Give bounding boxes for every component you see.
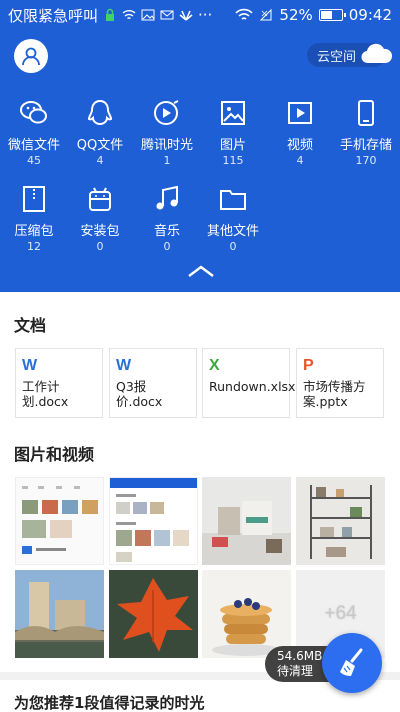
photo-thumbnail (15, 570, 104, 658)
image-icon (141, 9, 155, 21)
screenshot-thumbnail (22, 486, 98, 554)
category-apk[interactable]: 安装包 0 (66, 182, 134, 253)
category-count: 45 (27, 154, 41, 167)
avatar[interactable] (14, 39, 48, 73)
cleanup-size: 54.6MB (277, 649, 323, 663)
media-thumbnail[interactable] (202, 570, 291, 658)
chevron-up-icon[interactable] (187, 264, 215, 278)
photo-thumbnail (202, 570, 291, 658)
screenshot-thumbnail (110, 478, 197, 562)
category-zip[interactable]: 压缩包 12 (0, 182, 68, 253)
category-label: 微信文件 (7, 138, 60, 153)
category-label: 图片 (219, 138, 246, 153)
wifi-icon (122, 10, 136, 20)
cleanup-label: 待清理 (277, 664, 314, 678)
music-icon (156, 185, 178, 210)
category-videos[interactable]: 视频 4 (266, 96, 334, 167)
category-label: 其他文件 (206, 224, 259, 239)
powerpoint-icon: P (303, 357, 314, 374)
category-count: 1 (163, 154, 171, 167)
image-icon (221, 101, 245, 125)
document-card[interactable]: W 工作计划.docx (15, 348, 103, 418)
documents-title: 文档 (14, 316, 47, 335)
document-name: 市场传播方案.pptx (303, 379, 366, 409)
category-phone-storage[interactable]: 手机存储 170 (332, 96, 400, 167)
category-label: 腾讯时光 (140, 138, 193, 153)
more-count: +64 (324, 603, 357, 624)
document-name: Q3报价.docx (116, 379, 163, 409)
document-name: Rundown.xlsx (209, 379, 296, 394)
status-bar: 仅限紧急呼叫 ··· 52% 09:42 (0, 0, 400, 30)
wechat-icon (20, 101, 47, 124)
document-card[interactable]: W Q3报价.docx (109, 348, 197, 418)
photo-thumbnail (296, 477, 385, 565)
document-card[interactable]: P 市场传播方案.pptx (296, 348, 384, 418)
recommend-title[interactable]: 为您推荐1段值得记录的时光 (14, 692, 204, 712)
category-label: 安装包 (80, 224, 120, 239)
lock-icon (106, 8, 115, 21)
signal-icon (260, 8, 272, 21)
category-label: 音乐 (153, 224, 180, 239)
category-count: 0 (229, 240, 237, 253)
word-icon: W (116, 357, 132, 374)
category-count: 170 (355, 154, 377, 167)
media-thumbnail[interactable] (15, 477, 104, 565)
excel-icon: X (209, 357, 220, 374)
category-other-files[interactable]: 其他文件 0 (199, 182, 267, 253)
file-category-header: 云空间 微信文件 45 QQ文件 4 腾讯时光 1 图片 115 视频 4 手机… (0, 30, 400, 292)
wifi-icon (235, 8, 254, 20)
documents-list: W 工作计划.docx W Q3报价.docx X Rundown.xlsx P… (15, 348, 387, 418)
media-thumbnail[interactable] (15, 570, 104, 658)
photo-thumbnail (109, 570, 198, 658)
play-circle-icon (154, 100, 179, 125)
media-thumbnail[interactable] (296, 477, 385, 565)
category-count: 0 (96, 240, 104, 253)
folder-icon (220, 190, 246, 210)
category-label: 压缩包 (14, 224, 54, 239)
video-icon (288, 102, 312, 124)
category-count: 4 (296, 154, 304, 167)
media-title: 图片和视频 (14, 445, 95, 464)
cloud-icon (361, 43, 393, 64)
clock: 09:42 (348, 6, 392, 24)
category-music[interactable]: 音乐 0 (133, 182, 201, 253)
category-label: QQ文件 (76, 138, 124, 153)
huawei-icon (179, 10, 193, 21)
category-count: 12 (27, 240, 41, 253)
photo-thumbnail (202, 477, 291, 565)
broom-icon (340, 648, 363, 676)
category-label: 视频 (286, 138, 313, 153)
media-thumbnail[interactable] (109, 570, 198, 658)
category-label: 手机存储 (339, 138, 392, 153)
document-name: 工作计划.docx (22, 379, 69, 409)
qq-icon (87, 99, 113, 126)
cleanup-button[interactable] (322, 633, 382, 693)
carrier-text: 仅限紧急呼叫 (8, 6, 99, 25)
category-tencent-moments[interactable]: 腾讯时光 1 (133, 96, 201, 167)
android-icon (89, 187, 111, 211)
user-icon (22, 47, 40, 66)
category-count: 115 (222, 154, 244, 167)
category-images[interactable]: 图片 115 (199, 96, 267, 167)
phone-icon (358, 100, 374, 126)
media-thumbnail[interactable] (202, 477, 291, 565)
battery-icon (318, 9, 346, 21)
mail-icon (160, 10, 174, 20)
category-count: 4 (96, 154, 104, 167)
cloud-space-button[interactable]: 云空间 (306, 43, 393, 67)
battery-percent: 52% (279, 6, 313, 24)
zip-icon (23, 186, 45, 212)
category-qq[interactable]: QQ文件 4 (66, 96, 134, 167)
document-card[interactable]: X Rundown.xlsx (202, 348, 296, 418)
category-wechat[interactable]: 微信文件 45 (0, 96, 68, 167)
media-thumbnail[interactable] (109, 477, 198, 565)
more-icon: ··· (198, 6, 213, 24)
word-icon: W (22, 357, 38, 374)
category-count: 0 (163, 240, 171, 253)
cloud-space-label: 云空间 (316, 49, 356, 65)
